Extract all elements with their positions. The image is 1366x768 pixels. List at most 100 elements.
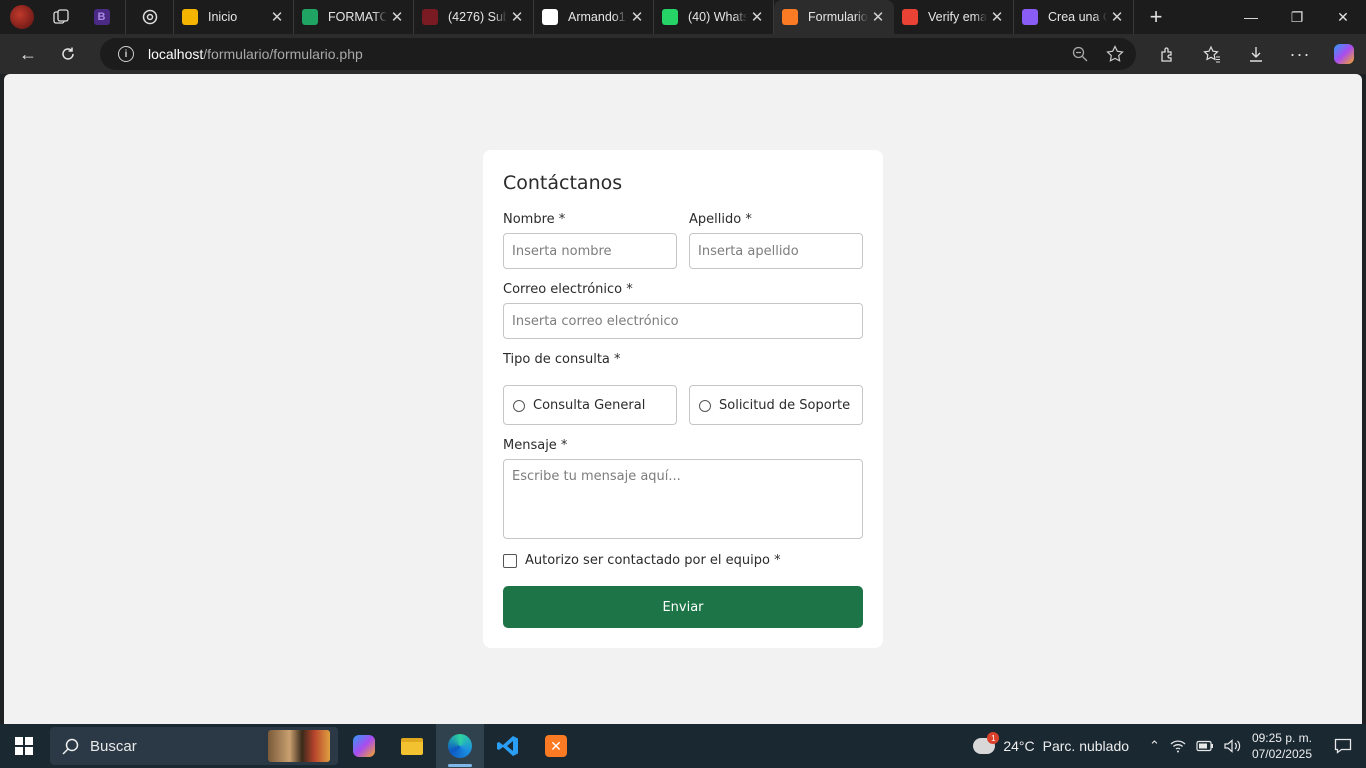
browser-tab-title: Armando10 (568, 10, 627, 24)
favorites-icon[interactable] (1190, 34, 1234, 74)
radio-consulta-general-label: Consulta General (533, 397, 646, 413)
browser-tab-title: Inicio (208, 10, 238, 24)
restore-button[interactable]: ❐ (1274, 0, 1320, 34)
browser-tab[interactable]: Crea una C ✕ (1014, 0, 1134, 34)
xampp-icon: ✕ (545, 735, 567, 757)
taskbar-copilot[interactable] (340, 724, 388, 768)
taskbar: Buscar ✕ 1 24°C Parc. nublado ⌃ 09:25 p.… (0, 724, 1366, 768)
search-icon (62, 738, 79, 755)
form-title: Contáctanos (503, 172, 623, 194)
browser-tab-title: FORMATO (328, 10, 387, 24)
close-window-button[interactable]: ✕ (1320, 0, 1366, 34)
profile-avatar (10, 5, 34, 29)
close-tab-icon[interactable]: ✕ (627, 7, 647, 27)
page-viewport: Contáctanos Nombre * Apellido * Correo e… (4, 74, 1362, 724)
browser-tab[interactable]: Verify emai ✕ (894, 0, 1014, 34)
apellido-input[interactable] (689, 233, 863, 269)
search-highlight-image (268, 730, 330, 762)
browser-tab[interactable]: Armando10 ✕ (534, 0, 654, 34)
browser-tab[interactable]: Formulario ✕ (774, 0, 894, 34)
submit-button[interactable]: Enviar (503, 586, 863, 628)
weather-widget[interactable]: 1 24°C Parc. nublado (973, 732, 1130, 754)
taskbar-xampp[interactable]: ✕ (532, 724, 580, 768)
start-button[interactable] (0, 724, 48, 768)
weather-desc: Parc. nublado (1042, 738, 1130, 754)
url-text[interactable]: localhost/formulario/formulario.php (148, 46, 363, 62)
extensions-icon[interactable] (1146, 34, 1190, 74)
tipo-consulta-label: Tipo de consulta * (503, 352, 621, 367)
classroom-icon (182, 9, 198, 25)
infinity-icon (1022, 9, 1038, 25)
close-tab-icon[interactable]: ✕ (267, 7, 287, 27)
refresh-button[interactable] (48, 38, 88, 70)
radio-circle-icon[interactable] (513, 400, 525, 412)
windows-icon (15, 737, 33, 755)
zoom-out-icon[interactable] (1072, 46, 1088, 62)
system-clock[interactable]: 09:25 p. m. 07/02/2025 (1252, 730, 1312, 762)
mensaje-textarea[interactable] (503, 459, 863, 539)
taskbar-edge[interactable] (436, 724, 484, 768)
close-tab-icon[interactable]: ✕ (507, 7, 527, 27)
whatsapp-icon (662, 9, 678, 25)
browser-tab[interactable]: (40) Whats ✕ (654, 0, 774, 34)
workspaces-icon[interactable] (44, 0, 78, 34)
openai-icon (142, 9, 157, 25)
consent-checkbox[interactable] (503, 554, 517, 568)
downloads-icon[interactable] (1234, 34, 1278, 74)
close-tab-icon[interactable]: ✕ (987, 7, 1007, 27)
wifi-icon[interactable] (1170, 739, 1186, 753)
correo-input[interactable] (503, 303, 863, 339)
minimize-button[interactable]: — (1228, 0, 1274, 34)
back-button[interactable]: ← (8, 38, 48, 70)
notifications-icon[interactable] (1328, 724, 1358, 768)
url-path: /formulario/formulario.php (203, 46, 363, 62)
browser-tab[interactable]: (4276) Subi ✕ (414, 0, 534, 34)
taskbar-file-explorer[interactable] (388, 724, 436, 768)
radio-solicitud-soporte[interactable]: Solicitud de Soporte (689, 385, 863, 425)
search-label: Buscar (90, 737, 137, 755)
chevron-up-icon[interactable]: ⌃ (1149, 738, 1160, 754)
weather-badge: 1 (987, 732, 1000, 744)
gmail-icon (902, 9, 918, 25)
close-tab-icon[interactable]: ✕ (1107, 7, 1127, 27)
nombre-label: Nombre * (503, 212, 566, 227)
xampp-icon (782, 9, 798, 25)
copilot-icon (353, 735, 375, 757)
pinned-tab-bootstrap[interactable]: B (78, 0, 126, 34)
radio-circle-icon[interactable] (699, 400, 711, 412)
browser-tab-title: Formulario (808, 10, 868, 24)
close-tab-icon[interactable]: ✕ (747, 7, 767, 27)
address-bar[interactable]: i localhost/formulario/formulario.php (100, 38, 1136, 70)
clock-date: 07/02/2025 (1251, 747, 1312, 761)
vscode-icon (497, 736, 518, 756)
taskbar-search[interactable]: Buscar (50, 727, 338, 765)
edge-icon (448, 734, 472, 758)
close-tab-icon[interactable]: ✕ (868, 7, 888, 27)
refresh-icon (62, 47, 74, 60)
browser-tab[interactable]: Inicio ✕ (174, 0, 294, 34)
new-tab-button[interactable]: + (1134, 0, 1178, 34)
favorite-star-icon[interactable] (1106, 45, 1124, 63)
bootstrap-icon: B (93, 9, 110, 25)
browser-tab-title: Crea una C (1048, 10, 1107, 24)
battery-icon[interactable] (1196, 740, 1214, 752)
browser-tab[interactable]: FORMATO ✕ (294, 0, 414, 34)
close-tab-icon[interactable]: ✕ (387, 7, 407, 27)
radio-consulta-general[interactable]: Consulta General (503, 385, 677, 425)
profile-button[interactable] (0, 0, 44, 34)
pinned-tab-openai[interactable] (126, 0, 174, 34)
site-info-icon[interactable]: i (118, 46, 134, 62)
mensaje-label: Mensaje * (503, 438, 568, 453)
google-drive-icon (302, 9, 318, 25)
volume-icon[interactable] (1224, 739, 1242, 753)
consent-label: Autorizo ser contactado por el equipo * (525, 553, 781, 568)
apellido-label: Apellido * (689, 212, 752, 227)
more-menu-icon[interactable]: ··· (1278, 34, 1322, 74)
folder-icon (401, 737, 423, 755)
url-host: localhost (148, 46, 204, 62)
navigation-bar: ← i localhost/formulario/formulario.php … (0, 34, 1366, 74)
taskbar-vscode[interactable] (484, 724, 532, 768)
copilot-icon[interactable] (1322, 34, 1366, 74)
contact-form-card: Contáctanos Nombre * Apellido * Correo e… (483, 150, 883, 648)
nombre-input[interactable] (503, 233, 677, 269)
